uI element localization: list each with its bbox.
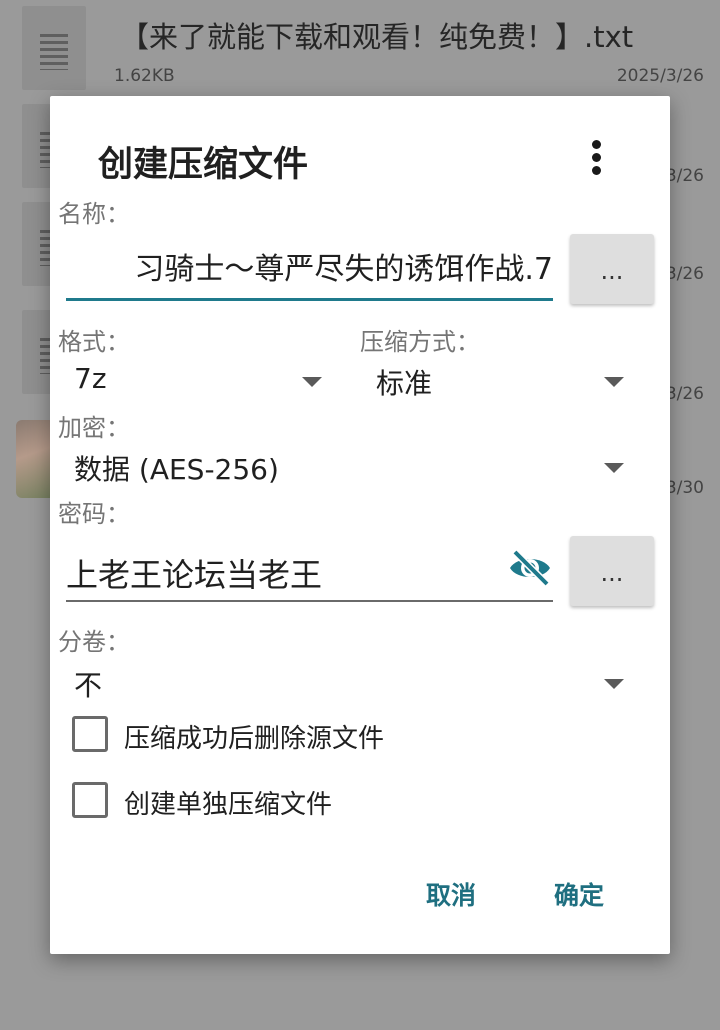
compression-select[interactable]: 标准	[368, 362, 624, 402]
password-input[interactable]: 上老王论坛当老王	[66, 544, 553, 602]
file-date: 3/30	[665, 478, 704, 498]
file-date: 2025/3/26	[616, 66, 704, 86]
split-label: 分卷：	[58, 628, 130, 656]
browse-password-button[interactable]: ...	[570, 536, 654, 606]
chevron-down-icon	[604, 463, 624, 473]
delete-source-checkbox[interactable]	[72, 716, 108, 752]
format-label: 格式：	[58, 328, 130, 356]
split-select[interactable]: 不	[66, 664, 624, 704]
format-select[interactable]: 7z	[66, 362, 322, 402]
archive-name-value: 习骑士～尊严尽失的诱饵作战.7	[134, 252, 553, 287]
separate-archive-checkbox[interactable]	[72, 782, 108, 818]
encryption-value: 数据 (AES-256)	[74, 453, 279, 486]
archive-name-input[interactable]: 习骑士～尊严尽失的诱饵作战.7	[66, 242, 553, 301]
format-value: 7z	[74, 362, 107, 395]
cancel-button[interactable]: 取消	[426, 876, 476, 912]
delete-source-label: 压缩成功后删除源文件	[124, 724, 385, 754]
chevron-down-icon	[302, 377, 322, 387]
compression-label: 压缩方式：	[360, 328, 480, 356]
chevron-down-icon	[604, 377, 624, 387]
text-file-icon	[22, 6, 86, 90]
file-name: 【来了就能下载和观看！纯免费！】.txt	[120, 20, 634, 54]
password-value: 上老王论坛当老王	[66, 556, 323, 594]
more-vertical-icon[interactable]	[582, 136, 612, 176]
separate-archive-label: 创建单独压缩文件	[124, 790, 333, 820]
delete-source-option[interactable]: 压缩成功后删除源文件	[72, 716, 492, 756]
create-archive-dialog: 创建压缩文件 名称： 习骑士～尊严尽失的诱饵作战.7 ... 格式： 压缩方式：…	[50, 96, 670, 954]
password-label: 密码：	[58, 500, 130, 528]
ok-button[interactable]: 确定	[554, 876, 604, 912]
dialog-title: 创建压缩文件	[98, 145, 309, 185]
eye-off-icon[interactable]	[507, 548, 553, 588]
file-size: 1.62KB	[114, 66, 175, 86]
file-date: 3/26	[665, 166, 704, 186]
name-label: 名称：	[58, 200, 130, 228]
chevron-down-icon	[604, 679, 624, 689]
encryption-select[interactable]: 数据 (AES-256)	[66, 448, 624, 488]
separate-archive-option[interactable]: 创建单独压缩文件	[72, 782, 492, 822]
split-value: 不	[74, 669, 103, 702]
compression-value: 标准	[376, 367, 433, 400]
file-date: 3/26	[665, 384, 704, 404]
browse-name-button[interactable]: ...	[570, 234, 654, 304]
file-date: 3/26	[665, 264, 704, 284]
encryption-label: 加密：	[58, 414, 130, 442]
